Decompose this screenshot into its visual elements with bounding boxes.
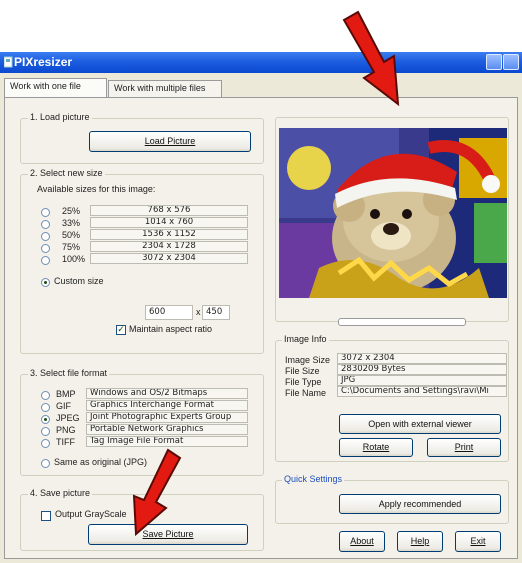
size-pct-75: 75% <box>62 242 81 252</box>
annotation-arrow-icon <box>340 6 410 108</box>
close-button[interactable] <box>503 54 519 70</box>
file-format-label: 3. Select file format <box>28 368 110 378</box>
tab-one-file[interactable]: Work with one file <box>4 78 107 98</box>
image-size-value: 3072 x 2304 <box>337 353 507 364</box>
print-button[interactable]: Print <box>427 438 501 457</box>
about-button[interactable]: About <box>339 531 385 552</box>
exit-button[interactable]: Exit <box>455 531 501 552</box>
save-picture-label: 4. Save picture <box>28 488 93 498</box>
available-sizes-label: Available sizes for this image: <box>37 184 156 194</box>
print-button-label: Print <box>454 442 474 452</box>
file-type-key: File Type <box>285 377 322 387</box>
size-pct-50: 50% <box>62 230 81 240</box>
file-name-key: File Name <box>285 388 327 398</box>
size-pct-25: 25% <box>62 206 81 216</box>
format-name-jpeg: JPEG <box>56 413 80 423</box>
select-size-label: 2. Select new size <box>28 168 105 178</box>
help-button-label: Help <box>410 536 430 546</box>
format-name-gif: GIF <box>56 401 71 411</box>
quick-settings-label: Quick Settings <box>282 474 345 484</box>
format-desc-gif: Graphics Interchange Format <box>86 400 248 411</box>
size-pct-100: 100% <box>62 254 86 264</box>
exit-button-label: Exit <box>470 536 486 546</box>
size-dims-100: 3072 x 2304 <box>90 253 248 264</box>
format-radio-bmp[interactable] <box>41 391 50 400</box>
file-type-value: JPG <box>337 375 507 386</box>
app-icon <box>3 56 14 68</box>
apply-recommended-button[interactable]: Apply recommended <box>339 494 501 514</box>
size-radio-25[interactable] <box>41 208 50 217</box>
format-desc-jpeg: Joint Photographic Experts Group <box>86 412 248 423</box>
title-bar: PIXresizer <box>0 52 522 73</box>
size-dims-75: 2304 x 1728 <box>90 241 248 252</box>
file-size-value: 2830209 Bytes <box>337 364 507 375</box>
format-radio-jpeg[interactable] <box>41 415 50 424</box>
format-radio-png[interactable] <box>41 427 50 436</box>
rotate-button-label: Rotate <box>362 442 390 452</box>
size-dims-50: 1536 x 1152 <box>90 229 248 240</box>
file-name-value: C:\Documents and Settings\ravi\Mi <box>337 386 507 397</box>
format-name-bmp: BMP <box>56 389 76 399</box>
format-radio-gif[interactable] <box>41 403 50 412</box>
format-desc-png: Portable Network Graphics <box>86 424 248 435</box>
grayscale-checkbox[interactable] <box>41 511 51 521</box>
image-info-label: Image Info <box>282 334 329 344</box>
minimize-button[interactable] <box>486 54 502 70</box>
size-pct-33: 33% <box>62 218 81 228</box>
height-input[interactable]: 450 <box>202 305 230 320</box>
width-input[interactable]: 600 <box>145 305 193 320</box>
preview-scroll[interactable] <box>338 318 466 326</box>
format-radio-same[interactable] <box>41 459 50 468</box>
size-dims-25: 768 x 576 <box>90 205 248 216</box>
custom-size-radio[interactable] <box>41 278 50 287</box>
preview-image <box>279 128 507 298</box>
load-picture-label: 1. Load picture <box>28 112 92 122</box>
format-radio-tiff[interactable] <box>41 439 50 448</box>
help-button[interactable]: Help <box>397 531 443 552</box>
size-dims-33: 1014 x 760 <box>90 217 248 228</box>
size-radio-33[interactable] <box>41 220 50 229</box>
rotate-button[interactable]: Rotate <box>339 438 413 457</box>
maintain-aspect-label: Maintain aspect ratio <box>129 324 213 334</box>
window-title: PIXresizer <box>14 55 73 69</box>
custom-size-label: Custom size <box>54 276 104 286</box>
times-label: x <box>196 307 201 317</box>
format-name-tiff: TIFF <box>56 437 75 447</box>
grayscale-label: Output GrayScale <box>55 509 127 519</box>
tab-multiple-files[interactable]: Work with multiple files <box>108 80 222 98</box>
load-picture-button[interactable]: Load Picture <box>89 131 251 152</box>
format-name-png: PNG <box>56 425 76 435</box>
annotation-arrow-icon <box>122 446 184 538</box>
size-radio-50[interactable] <box>41 232 50 241</box>
file-size-key: File Size <box>285 366 320 376</box>
maintain-aspect-checkbox[interactable]: ✓ <box>116 325 126 335</box>
size-radio-100[interactable] <box>41 256 50 265</box>
load-picture-button-label: Load Picture <box>144 136 196 146</box>
image-size-key: Image Size <box>285 355 331 365</box>
open-external-viewer-button[interactable]: Open with external viewer <box>339 414 501 434</box>
size-radio-75[interactable] <box>41 244 50 253</box>
format-desc-bmp: Windows and OS/2 Bitmaps <box>86 388 248 399</box>
about-button-label: About <box>350 536 374 546</box>
